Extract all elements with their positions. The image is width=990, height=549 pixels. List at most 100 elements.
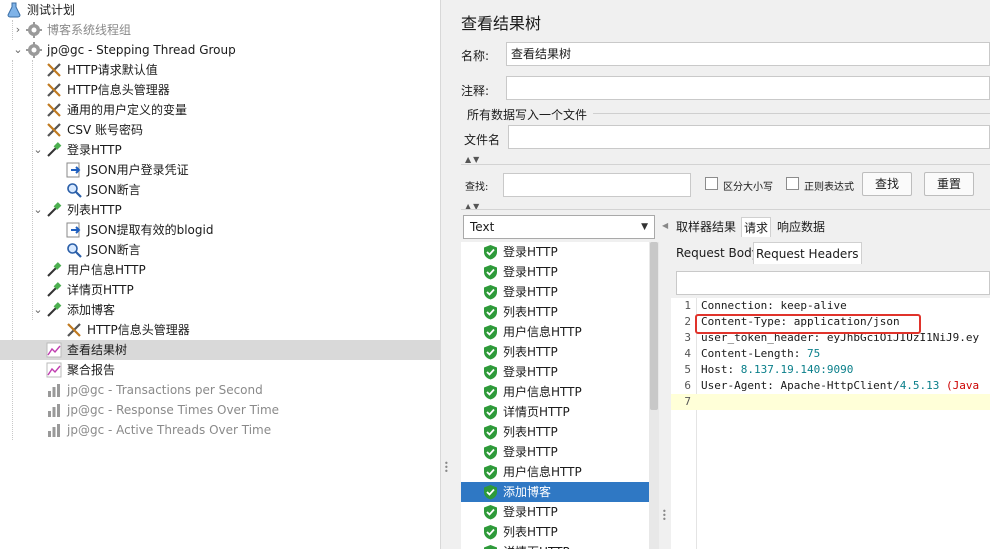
tree-item-label: HTTP信息头管理器: [67, 83, 170, 97]
header-rest: (Java: [939, 379, 980, 392]
chevron-down-icon[interactable]: ▼: [641, 216, 648, 238]
tree-item[interactable]: 通用的用户定义的变量: [0, 100, 441, 120]
tree-item[interactable]: › 博客系统线程组: [0, 20, 441, 40]
success-shield-icon: [483, 544, 498, 549]
tree-item[interactable]: 用户信息HTTP: [0, 260, 441, 280]
line-code: Host: 8.137.19.140:9090: [701, 362, 853, 378]
test-plan-tree[interactable]: 测试计划 › 博客系统线程组 ⌄ jp@gc - Stepping Thread Gro…: [0, 0, 441, 549]
tree-item[interactable]: jp@gc - Active Threads Over Time: [0, 420, 441, 440]
bar-graph-icon: [46, 422, 62, 438]
case-sensitive-label: 区分大小写: [723, 182, 773, 193]
tree-item-label: JSON用户登录凭证: [87, 163, 189, 177]
success-shield-icon: [483, 364, 498, 380]
tree-item[interactable]: ⌄ 列表HTTP: [0, 200, 441, 220]
result-row-label: 登录HTTP: [503, 505, 558, 519]
tree-item[interactable]: jp@gc - Response Times Over Time: [0, 400, 441, 420]
result-row[interactable]: 添加博客: [461, 482, 649, 502]
tree-item-label: 博客系统线程组: [47, 23, 132, 37]
tree-item[interactable]: 聚合报告: [0, 360, 441, 380]
tree-item[interactable]: JSON提取有效的blogid: [0, 220, 441, 240]
result-row[interactable]: 用户信息HTTP: [461, 322, 649, 342]
request-headers-editor[interactable]: 1 Connection: keep-alive 2 Content-Type: ap…: [671, 298, 990, 549]
result-splitter[interactable]: ◀ • • •: [661, 210, 669, 549]
detail-search-input[interactable]: [676, 271, 990, 295]
line-code: User-Agent: Apache-HttpClient/4.5.13 (Ja…: [701, 378, 979, 394]
splitter-grip-icon[interactable]: • • •: [662, 508, 667, 524]
result-row[interactable]: 列表HTTP: [461, 422, 649, 442]
collapse-arrows-icon[interactable]: ▲▼: [465, 155, 481, 164]
wrench-icon: [46, 122, 62, 138]
extractor-icon: [66, 162, 82, 178]
tree-item-label: 测试计划: [27, 3, 76, 17]
tree-item-label: HTTP信息头管理器: [87, 323, 190, 337]
tab-response-data[interactable]: 响应数据: [777, 217, 825, 237]
result-row[interactable]: 列表HTTP: [461, 342, 649, 362]
result-row[interactable]: 用户信息HTTP: [461, 462, 649, 482]
tree-item[interactable]: JSON断言: [0, 180, 441, 200]
tree-item-label: 详情页HTTP: [67, 283, 134, 297]
result-row[interactable]: 详情页HTTP: [461, 542, 649, 549]
tree-item[interactable]: ⌄ 添加博客: [0, 300, 441, 320]
result-row-label: 详情页HTTP: [503, 405, 570, 419]
case-sensitive-checkbox[interactable]: [705, 177, 718, 190]
chevron-down-icon[interactable]: ⌄: [12, 40, 24, 60]
comment-field[interactable]: [506, 76, 990, 100]
regex-label: 正则表达式: [804, 182, 854, 193]
result-row-label: 登录HTTP: [503, 445, 558, 459]
search-input[interactable]: [503, 173, 691, 197]
chevron-down-icon[interactable]: ⌄: [32, 140, 44, 160]
success-shield-icon: [483, 524, 498, 540]
result-row[interactable]: 登录HTTP: [461, 262, 649, 282]
pane-splitter[interactable]: • • •: [441, 0, 451, 549]
splitter-grip-icon[interactable]: • • •: [444, 460, 449, 476]
line-number: 1: [684, 299, 691, 312]
result-row[interactable]: 详情页HTTP: [461, 402, 649, 422]
line-number: 4: [684, 347, 691, 360]
success-shield-icon: [483, 324, 498, 340]
success-shield-icon: [483, 444, 498, 460]
tab-request-body[interactable]: Request Body: [674, 242, 761, 264]
success-shield-icon: [483, 304, 498, 320]
result-row[interactable]: 登录HTTP: [461, 242, 649, 262]
tab-request[interactable]: 请求: [741, 217, 772, 237]
result-row[interactable]: 登录HTTP: [461, 362, 649, 382]
tab-request-headers[interactable]: Request Headers: [753, 242, 862, 264]
regex-checkbox[interactable]: [786, 177, 799, 190]
result-list-scrollbar[interactable]: [649, 242, 659, 549]
header-key: User-Agent: Apache-HttpClient/: [701, 379, 900, 392]
file-section-title: 所有数据写入一个文件: [467, 108, 588, 122]
renderer-select[interactable]: Text ▼: [463, 215, 655, 239]
splitter-arrow-icon[interactable]: ◀: [662, 222, 668, 230]
filename-field[interactable]: [508, 125, 990, 149]
line-number: 2: [684, 315, 691, 328]
tree-item[interactable]: JSON断言: [0, 240, 441, 260]
result-row[interactable]: 列表HTTP: [461, 302, 649, 322]
tree-item[interactable]: HTTP信息头管理器: [0, 320, 441, 340]
result-row[interactable]: 登录HTTP: [461, 502, 649, 522]
scrollbar-thumb[interactable]: [650, 242, 658, 410]
annotation-highlight-box: [695, 314, 921, 334]
tree-item[interactable]: HTTP信息头管理器: [0, 80, 441, 100]
result-row[interactable]: 列表HTTP: [461, 522, 649, 542]
tree-item[interactable]: ⌄ 登录HTTP: [0, 140, 441, 160]
result-row[interactable]: 登录HTTP: [461, 282, 649, 302]
tree-item[interactable]: 详情页HTTP: [0, 280, 441, 300]
result-row[interactable]: 用户信息HTTP: [461, 382, 649, 402]
chevron-down-icon[interactable]: ⌄: [32, 200, 44, 220]
result-row-label: 登录HTTP: [503, 285, 558, 299]
tree-item[interactable]: 测试计划: [0, 0, 441, 20]
tree-item[interactable]: jp@gc - Transactions per Second: [0, 380, 441, 400]
chevron-right-icon[interactable]: ›: [12, 20, 24, 40]
sample-result-list[interactable]: 登录HTTP 登录HTTP 登录HTTP 列表HTTP 用户信息HTTP 列表HTTP 登录…: [461, 242, 649, 549]
tab-sampler-result[interactable]: 取样器结果: [676, 217, 736, 237]
result-row[interactable]: 登录HTTP: [461, 442, 649, 462]
reset-button[interactable]: 重置: [924, 172, 974, 196]
tree-item[interactable]: JSON用户登录凭证: [0, 160, 441, 180]
tree-item[interactable]: HTTP请求默认值: [0, 60, 441, 80]
tree-item[interactable]: CSV 账号密码: [0, 120, 441, 140]
name-field[interactable]: 查看结果树: [506, 42, 990, 66]
chevron-down-icon[interactable]: ⌄: [32, 300, 44, 320]
tree-item[interactable]: 查看结果树: [0, 340, 441, 360]
tree-item[interactable]: ⌄ jp@gc - Stepping Thread Group: [0, 40, 441, 60]
find-button[interactable]: 查找: [862, 172, 912, 196]
